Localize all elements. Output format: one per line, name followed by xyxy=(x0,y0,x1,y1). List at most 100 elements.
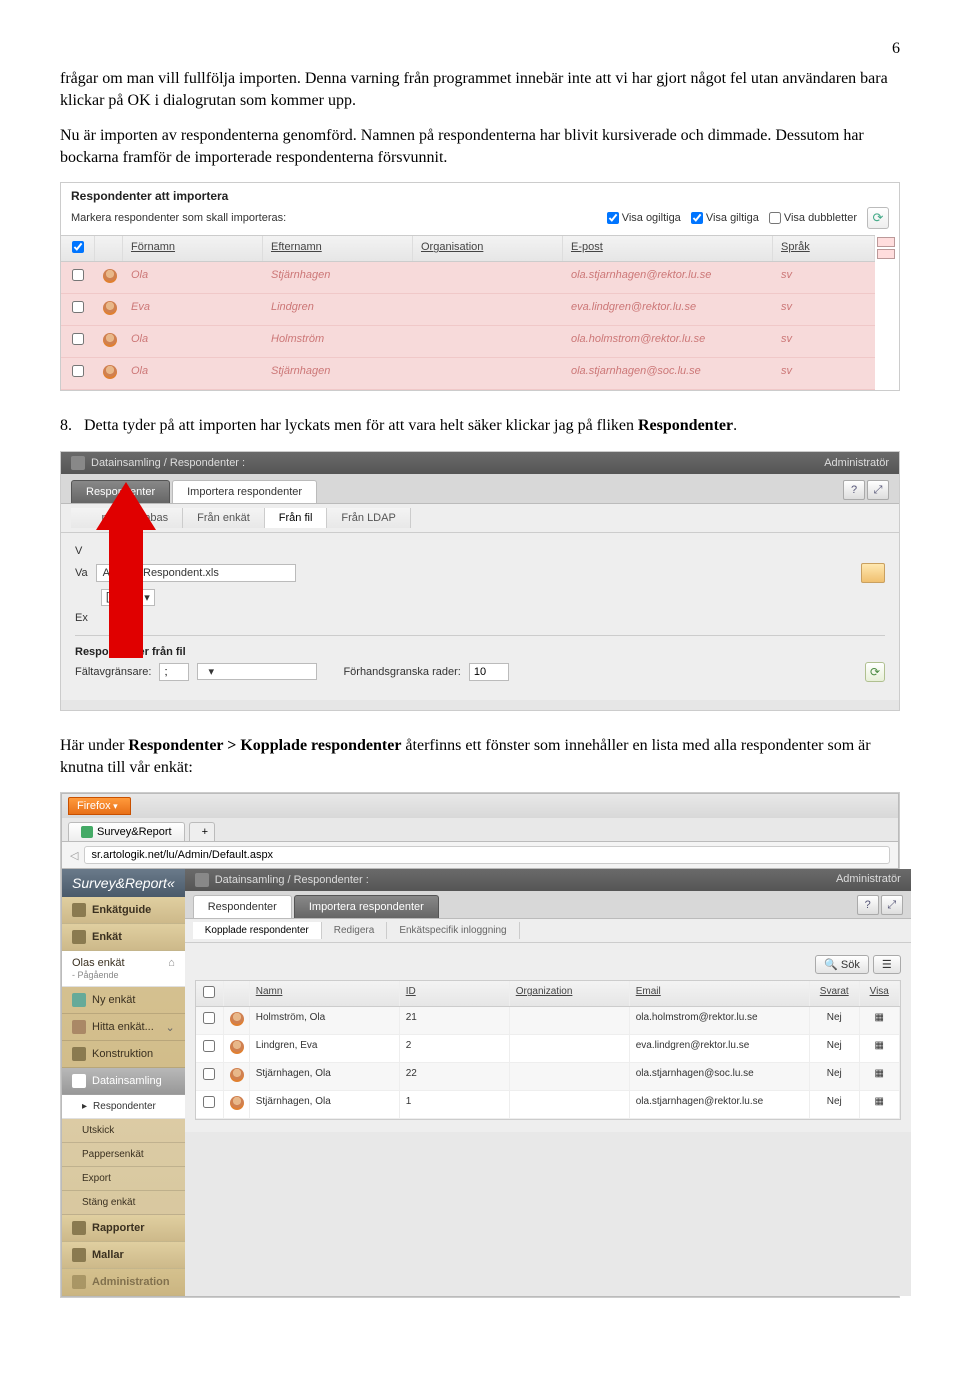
admin-menu[interactable]: Administratör xyxy=(836,873,901,887)
tab-importera[interactable]: Importera respondenter xyxy=(294,895,439,918)
paragraph-3: Här under Respondenter > Kopplade respon… xyxy=(60,735,900,778)
subtab-fran-ldap[interactable]: Från LDAP xyxy=(327,508,410,528)
refresh-icon[interactable]: ⟳ xyxy=(867,207,889,229)
sidebar-sub-respondenter[interactable]: ▸ Respondenter xyxy=(62,1095,185,1119)
view-icon[interactable]: ▦ xyxy=(860,1035,900,1062)
cell-svarat: Nej xyxy=(810,1091,860,1118)
table-row[interactable]: Stjärnhagen, Ola 22 ola.stjarnhagen@soc.… xyxy=(196,1063,900,1091)
enkat-name: Olas enkät xyxy=(72,957,125,969)
cell-svarat: Nej xyxy=(810,1063,860,1090)
browser-tab[interactable]: Survey&Report xyxy=(68,822,185,841)
chk-invalid-box[interactable] xyxy=(607,212,619,224)
sidebar-item-admin[interactable]: Administration xyxy=(62,1269,185,1296)
sidebar-item-hitta[interactable]: Hitta enkät...⌄ xyxy=(62,1014,185,1041)
row-checkbox[interactable] xyxy=(203,1040,215,1052)
row-checkbox[interactable] xyxy=(72,269,84,281)
sidebar-label: Ny enkät xyxy=(92,994,135,1006)
subtab-kopplade[interactable]: Kopplade respondenter xyxy=(193,922,322,939)
collapse-icon[interactable]: « xyxy=(167,875,175,891)
breadcrumb-icon xyxy=(71,456,85,470)
firefox-menu[interactable]: Firefox xyxy=(68,797,131,815)
chk-visa-ogiltiga[interactable]: Visa ogiltiga xyxy=(607,212,681,224)
ss1-table-header: Förnamn Efternamn Organisation E-post Sp… xyxy=(61,235,875,262)
paragraph-1: frågar om man vill fullfölja importen. D… xyxy=(60,68,900,111)
chk-valid-box[interactable] xyxy=(691,212,703,224)
url-input[interactable] xyxy=(84,846,890,864)
chk-visa-dubbletter[interactable]: Visa dubbletter xyxy=(769,212,857,224)
chk-dup-box[interactable] xyxy=(769,212,781,224)
data-icon xyxy=(72,1074,86,1088)
preview-input[interactable] xyxy=(469,663,509,681)
label-ex: Ex xyxy=(75,612,88,624)
breadcrumb-text: Datainsamling / Respondenter : xyxy=(215,874,369,886)
refresh-icon[interactable]: ⟳ xyxy=(865,662,885,682)
sidebar-item-rapporter[interactable]: Rapporter xyxy=(62,1215,185,1242)
select-all-checkbox[interactable] xyxy=(72,241,84,253)
subtab-fran-enkat[interactable]: Från enkät xyxy=(183,508,265,528)
col-namn[interactable]: Namn xyxy=(250,981,400,1006)
row-checkbox[interactable] xyxy=(203,1012,215,1024)
help-icon[interactable]: ? xyxy=(857,895,879,915)
col-visa[interactable]: Visa xyxy=(860,981,900,1006)
sidebar-sub-stang[interactable]: Stäng enkät xyxy=(62,1191,185,1215)
new-tab-button[interactable]: + xyxy=(189,822,215,841)
delim-dropdown[interactable]: ▾ xyxy=(197,663,317,680)
col-organization[interactable]: Organization xyxy=(510,981,630,1006)
delim-input[interactable] xyxy=(159,663,189,681)
sidebar-item-datainsamling[interactable]: Datainsamling xyxy=(62,1068,185,1095)
row-checkbox[interactable] xyxy=(72,365,84,377)
chk-visa-giltiga[interactable]: Visa giltiga xyxy=(691,212,759,224)
row-checkbox[interactable] xyxy=(203,1096,215,1108)
subtab-redigera[interactable]: Redigera xyxy=(322,922,388,939)
cell-org xyxy=(413,262,563,293)
section-resp-fil: Respondenter från fil xyxy=(75,646,885,658)
sidebar-item-konstruktion[interactable]: Konstruktion xyxy=(62,1041,185,1068)
home-icon[interactable]: ⌂ xyxy=(168,957,175,969)
breadcrumb: Datainsamling / Respondenter : Administr… xyxy=(185,869,911,891)
view-icon[interactable]: ▦ xyxy=(860,1091,900,1118)
row-checkbox[interactable] xyxy=(72,333,84,345)
col-organisation[interactable]: Organisation xyxy=(413,236,563,261)
row-checkbox[interactable] xyxy=(72,301,84,313)
select-icon[interactable] xyxy=(877,237,895,247)
subtab-enkatspecifik[interactable]: Enkätspecifik inloggning xyxy=(387,922,519,939)
expand-icon[interactable]: ⤢ xyxy=(881,895,903,915)
sidebar-item-ny-enkat[interactable]: Ny enkät xyxy=(62,987,185,1014)
help-icon[interactable]: ? xyxy=(843,480,865,500)
view-icon[interactable]: ▦ xyxy=(860,1007,900,1034)
sidebar: Survey&Report« Enkätguide Enkät Olas enk… xyxy=(62,869,185,1296)
back-icon[interactable]: ◁ xyxy=(70,849,78,862)
list-view-icon[interactable]: ☰ xyxy=(873,955,901,974)
enkat-icon xyxy=(72,930,86,944)
sidebar-item-enkatguide[interactable]: Enkätguide xyxy=(62,897,185,924)
col-epost[interactable]: E-post xyxy=(563,236,773,261)
select-all-checkbox[interactable] xyxy=(203,986,215,998)
col-fornamn[interactable]: Förnamn xyxy=(123,236,263,261)
table-row[interactable]: Stjärnhagen, Ola 1 ola.stjarnhagen@rekto… xyxy=(196,1091,900,1119)
sidebar-item-enkat[interactable]: Enkät xyxy=(62,924,185,951)
col-id[interactable]: ID xyxy=(400,981,510,1006)
sidebar-sub-utskick[interactable]: Utskick xyxy=(62,1119,185,1143)
table-row[interactable]: Lindgren, Eva 2 eva.lindgren@rektor.lu.s… xyxy=(196,1035,900,1063)
col-svarat[interactable]: Svarat xyxy=(810,981,860,1006)
sidebar-item-mallar[interactable]: Mallar xyxy=(62,1242,185,1269)
col-efternamn[interactable]: Efternamn xyxy=(263,236,413,261)
col-email[interactable]: Email xyxy=(630,981,810,1006)
list-item-8: 8. Detta tyder på att importen har lycka… xyxy=(60,415,900,437)
admin-label[interactable]: Administratör xyxy=(824,457,889,469)
cell-efternamn: Holmström xyxy=(263,326,413,357)
tab-respondenter[interactable]: Respondenter xyxy=(193,895,292,918)
expand-icon[interactable]: ⤢ xyxy=(867,480,889,500)
table-row[interactable]: Holmström, Ola 21 ola.holmstrom@rektor.l… xyxy=(196,1007,900,1035)
folder-icon[interactable] xyxy=(861,563,885,583)
row-checkbox[interactable] xyxy=(203,1068,215,1080)
deselect-icon[interactable] xyxy=(877,249,895,259)
search-button[interactable]: 🔍 Sök xyxy=(815,955,869,974)
subtab-fran-fil[interactable]: Från fil xyxy=(265,508,328,528)
col-sprak[interactable]: Språk xyxy=(773,236,875,261)
ss1-subtitle: Markera respondenter som skall importera… xyxy=(71,212,286,224)
tab-importera[interactable]: Importera respondenter xyxy=(172,480,317,503)
view-icon[interactable]: ▦ xyxy=(860,1063,900,1090)
sidebar-sub-export[interactable]: Export xyxy=(62,1167,185,1191)
sidebar-sub-papper[interactable]: Pappersenkät xyxy=(62,1143,185,1167)
